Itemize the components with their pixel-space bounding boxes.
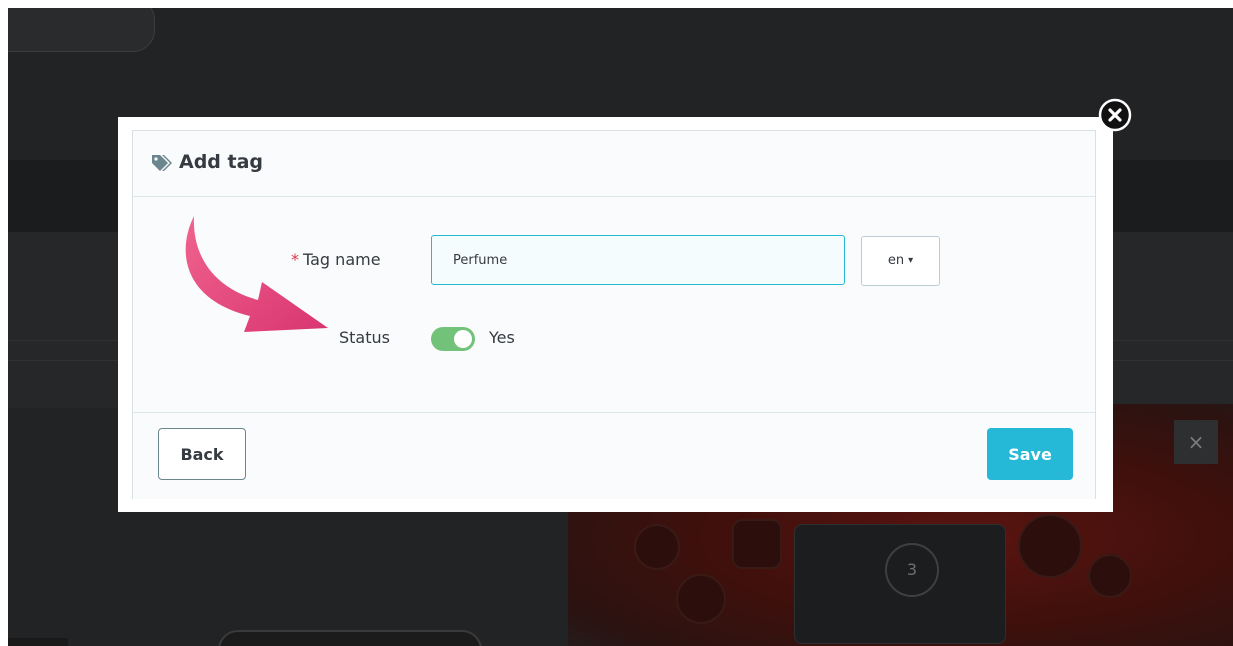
back-button[interactable]: Back: [158, 428, 246, 480]
annotation-arrow-icon: [185, 216, 328, 332]
status-toggle[interactable]: [431, 327, 475, 351]
background-shape: [732, 519, 782, 569]
background-shape: [218, 630, 482, 646]
background-shape: [1088, 554, 1132, 598]
background-shape: [8, 638, 68, 646]
toggle-knob: [454, 330, 472, 348]
background-shape: [1018, 514, 1082, 578]
panel-header: Add tag: [133, 131, 1095, 197]
modal-title: Add tag: [179, 151, 264, 173]
tag-name-input[interactable]: [431, 235, 845, 285]
background-search-box: [8, 8, 155, 52]
language-dropdown[interactable]: en ▾: [861, 236, 940, 286]
background-shape: [676, 574, 726, 624]
close-circle-icon[interactable]: [1098, 98, 1132, 132]
save-button[interactable]: Save: [987, 428, 1073, 480]
status-value: Yes: [489, 328, 515, 347]
tags-icon: [152, 155, 172, 171]
panel-footer: Back Save: [133, 412, 1095, 499]
caret-down-icon: ▾: [908, 255, 914, 266]
language-selected: en: [887, 253, 905, 268]
background-close-icon: ×: [1174, 420, 1218, 464]
background-shape: [634, 524, 680, 570]
status-label: Status: [339, 328, 390, 347]
background-step-number: 3: [885, 543, 939, 597]
